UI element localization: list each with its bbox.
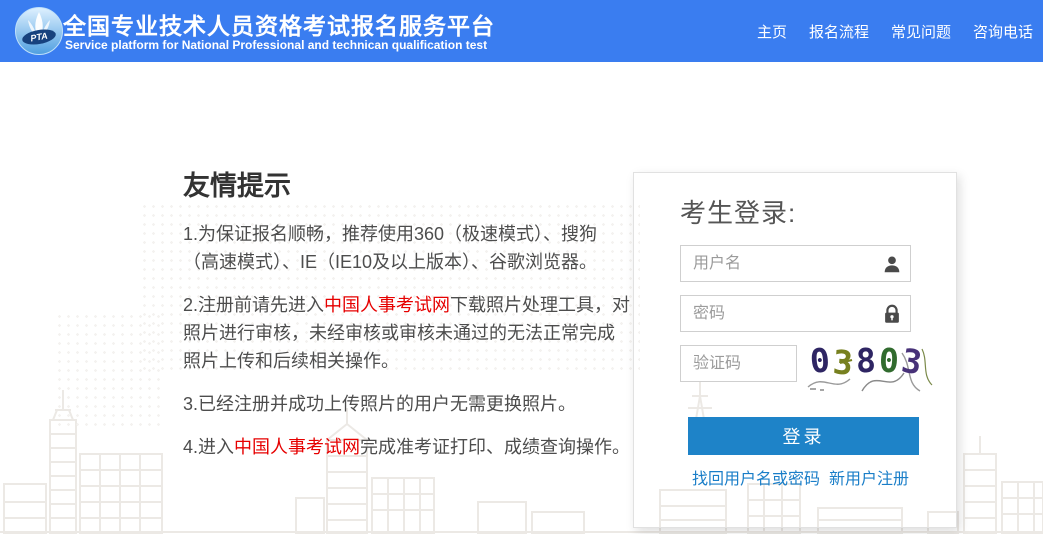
tips-section: 友情提示 1.为保证报名顺畅，推荐使用360（极速模式）、搜狗（高速模式）、IE…: [183, 164, 630, 476]
new-user-register-link[interactable]: 新用户注册: [829, 465, 909, 489]
captcha-input[interactable]: [680, 345, 797, 382]
cpta-site-link[interactable]: 中国人事考试网: [234, 437, 360, 457]
site-subtitle: Service platform for National Profession…: [65, 38, 488, 52]
password-input[interactable]: [680, 295, 911, 332]
cpta-site-link[interactable]: 中国人事考试网: [324, 295, 450, 315]
login-heading: 考生登录:: [680, 198, 797, 228]
login-panel: 考生登录: 0 3 8: [633, 172, 957, 528]
tip-item-4: 4.进入中国人事考试网完成准考证打印、成绩查询操作。: [183, 437, 631, 457]
nav-home[interactable]: 主页: [757, 21, 787, 42]
login-button[interactable]: 登录: [688, 417, 919, 455]
dot-texture: [55, 312, 165, 432]
nav-faq[interactable]: 常见问题: [891, 21, 951, 42]
nav-registration-process[interactable]: 报名流程: [809, 21, 869, 42]
user-icon: [884, 256, 900, 273]
top-banner: PTA 全国专业技术人员资格考试报名服务平台 Service platform …: [0, 0, 1043, 62]
site-title: 全国专业技术人员资格考试报名服务平台: [63, 13, 495, 39]
captcha-image[interactable]: 0 3 8 0 3: [804, 337, 950, 395]
forgot-credentials-link[interactable]: 找回用户名或密码: [692, 465, 820, 489]
tip-item-3: 3.已经注册并成功上传照片的用户无需更换照片。: [183, 394, 577, 414]
pta-logo-icon: PTA: [15, 7, 63, 55]
tips-heading: 友情提示: [183, 171, 291, 201]
header-nav: 主页 报名流程 常见问题 咨询电话: [757, 0, 1033, 62]
main-content: 友情提示 1.为保证报名顺畅，推荐使用360（极速模式）、搜狗（高速模式）、IE…: [0, 62, 1043, 534]
tip-item-2: 2.注册前请先进入中国人事考试网下载照片处理工具，对照片进行审核，未经审核或审核…: [183, 295, 631, 371]
lock-icon: [885, 304, 899, 323]
username-input[interactable]: [680, 245, 911, 282]
captcha-text: 0 3 8 0 3: [808, 340, 925, 383]
tip-item-1: 1.为保证报名顺畅，推荐使用360（极速模式）、搜狗（高速模式）、IE（IE10…: [183, 224, 598, 272]
nav-contact-phone[interactable]: 咨询电话: [973, 21, 1033, 42]
